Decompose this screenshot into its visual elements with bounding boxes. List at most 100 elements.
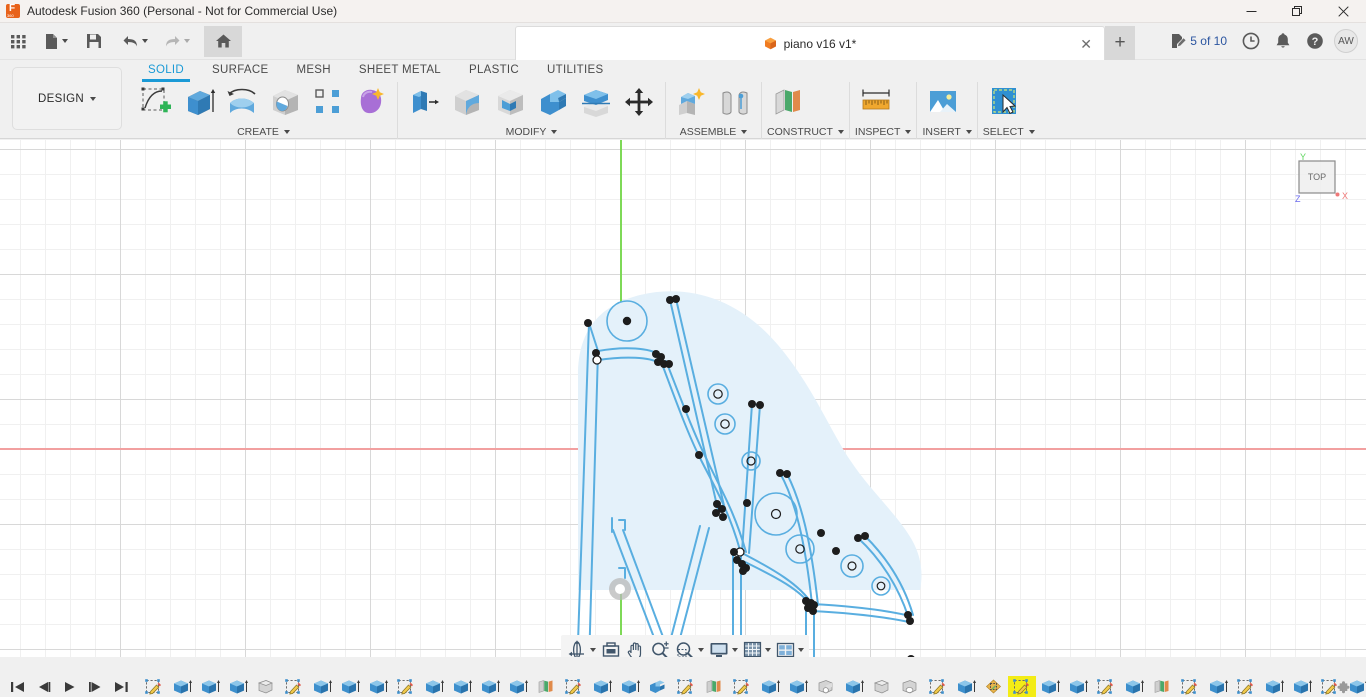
timeline-feature-extrude[interactable] — [336, 676, 364, 697]
timeline-feature-sketch[interactable] — [392, 676, 420, 697]
timeline-feature-extrude[interactable] — [756, 676, 784, 697]
new-file-button[interactable] — [40, 26, 72, 57]
grid-snaps-button[interactable] — [741, 637, 773, 657]
timeline-feature-extrude[interactable] — [1204, 676, 1232, 697]
measure-button[interactable] — [855, 82, 897, 122]
panel-construct-title[interactable]: CONSTRUCT — [767, 124, 844, 139]
press-pull-button[interactable] — [403, 82, 445, 122]
timeline-feature-sketch[interactable] — [1008, 676, 1036, 697]
sketch-geometry[interactable]: .curve { fill:none; stroke:#59aee0; stro… — [0, 140, 1366, 657]
pattern-button[interactable] — [307, 82, 349, 122]
panel-create-caret-icon[interactable] — [283, 129, 290, 134]
create-sketch-button[interactable] — [135, 82, 177, 122]
timeline-feature-extrude[interactable] — [1288, 676, 1316, 697]
timeline-feature-sketch[interactable] — [1092, 676, 1120, 697]
create-form-button[interactable] — [350, 82, 392, 122]
insert-canvas-button[interactable] — [922, 82, 964, 122]
timeline-feature-sketch[interactable] — [140, 676, 168, 697]
select-tool-button[interactable] — [983, 82, 1025, 122]
timeline-feature-sketch[interactable] — [1232, 676, 1260, 697]
timeline-feature-extrude[interactable] — [1260, 676, 1288, 697]
save-button[interactable] — [80, 26, 108, 57]
panel-construct-caret-icon[interactable] — [837, 129, 844, 134]
fillet-button[interactable] — [446, 82, 488, 122]
panel-insert-title[interactable]: INSERT — [922, 124, 972, 139]
timeline-feature-sketch[interactable] — [560, 676, 588, 697]
timeline-feature-sketch[interactable] — [280, 676, 308, 697]
timeline-step-back-button[interactable] — [30, 677, 56, 696]
timeline-feature-extrude[interactable] — [1036, 676, 1064, 697]
timeline-feature-extrude[interactable] — [364, 676, 392, 697]
timeline-feature-extrude[interactable] — [952, 676, 980, 697]
panel-insert-caret-icon[interactable] — [965, 129, 972, 134]
document-tab-close-icon[interactable]: ✕ — [1080, 37, 1092, 51]
workspace-caret-icon[interactable] — [89, 96, 96, 101]
timeline-feature-sketch[interactable] — [728, 676, 756, 697]
account-avatar[interactable]: AW — [1334, 29, 1358, 53]
timeline-feature-shell[interactable] — [896, 676, 924, 697]
timeline-feature-appearance[interactable] — [980, 676, 1008, 697]
timeline-feature-extrude[interactable] — [224, 676, 252, 697]
offset-plane-button[interactable] — [767, 82, 809, 122]
undo-caret-icon[interactable] — [142, 39, 148, 43]
tab-solid[interactable]: SOLID — [134, 60, 198, 82]
new-file-caret-icon[interactable] — [62, 39, 68, 43]
orbit-caret-icon[interactable] — [589, 648, 596, 652]
tab-surface[interactable]: SURFACE — [198, 60, 282, 80]
minimize-button[interactable] — [1228, 0, 1274, 23]
zoom-window-button[interactable] — [673, 637, 706, 657]
viewports-button[interactable] — [774, 637, 806, 657]
display-settings-caret-icon[interactable] — [731, 648, 738, 652]
redo-caret-icon[interactable] — [184, 39, 190, 43]
view-cube[interactable]: TOP Y Z X — [1286, 152, 1352, 212]
timeline-feature-chamfer[interactable] — [812, 676, 840, 697]
timeline-feature-extrude[interactable] — [840, 676, 868, 697]
timeline-feature-extrude[interactable] — [448, 676, 476, 697]
revolve-button[interactable] — [221, 82, 263, 122]
timeline-feature-sketch[interactable] — [924, 676, 952, 697]
panel-assemble-caret-icon[interactable] — [741, 129, 748, 134]
timeline-feature-sketch[interactable] — [672, 676, 700, 697]
timeline-feature-plane[interactable] — [532, 676, 560, 697]
close-button[interactable] — [1320, 0, 1366, 23]
job-status-button[interactable] — [1237, 26, 1265, 56]
combine-button[interactable] — [532, 82, 574, 122]
tab-sheet-metal[interactable]: SHEET METAL — [345, 60, 455, 80]
panel-select-caret-icon[interactable] — [1028, 129, 1035, 134]
notifications-button[interactable] — [1270, 26, 1296, 56]
timeline-feature-extrude[interactable] — [420, 676, 448, 697]
timeline-feature-extrude[interactable] — [504, 676, 532, 697]
timeline-feature-plane[interactable] — [700, 676, 728, 697]
grid-snaps-caret-icon[interactable] — [764, 648, 771, 652]
orbit-button[interactable] — [565, 637, 598, 657]
zoom-window-caret-icon[interactable] — [697, 648, 704, 652]
timeline-feature-extrude[interactable] — [616, 676, 644, 697]
redo-button[interactable] — [160, 26, 194, 57]
look-at-button[interactable] — [599, 637, 623, 657]
panel-create-title[interactable]: CREATE — [135, 124, 392, 139]
timeline-feature-extrude[interactable] — [784, 676, 812, 697]
timeline-feature-extrude[interactable] — [476, 676, 504, 697]
design-canvas[interactable]: .curve { fill:none; stroke:#59aee0; stro… — [0, 140, 1366, 657]
tab-plastic[interactable]: PLASTIC — [455, 60, 533, 80]
panel-inspect-title[interactable]: INSPECT — [855, 124, 912, 139]
zoom-button[interactable] — [648, 637, 672, 657]
timeline-feature-extrude[interactable] — [1120, 676, 1148, 697]
panel-inspect-caret-icon[interactable] — [905, 129, 912, 134]
workspace-selector[interactable]: DESIGN — [12, 67, 122, 130]
move-copy-button[interactable] — [618, 82, 660, 122]
timeline-go-start-button[interactable] — [4, 677, 30, 696]
timeline-feature-extrude[interactable] — [1064, 676, 1092, 697]
timeline-settings-button[interactable] — [1335, 679, 1352, 695]
timeline-feature-extrude[interactable] — [588, 676, 616, 697]
timeline-play-button[interactable] — [56, 677, 82, 696]
shell-button[interactable] — [489, 82, 531, 122]
timeline-feature-plane[interactable] — [1148, 676, 1176, 697]
app-grid-button[interactable] — [4, 26, 32, 57]
split-body-button[interactable] — [575, 82, 617, 122]
timeline-go-end-button[interactable] — [108, 677, 134, 696]
joint-button[interactable] — [714, 82, 756, 122]
display-settings-button[interactable] — [707, 637, 740, 657]
panel-modify-caret-icon[interactable] — [551, 129, 558, 134]
viewports-caret-icon[interactable] — [797, 648, 804, 652]
